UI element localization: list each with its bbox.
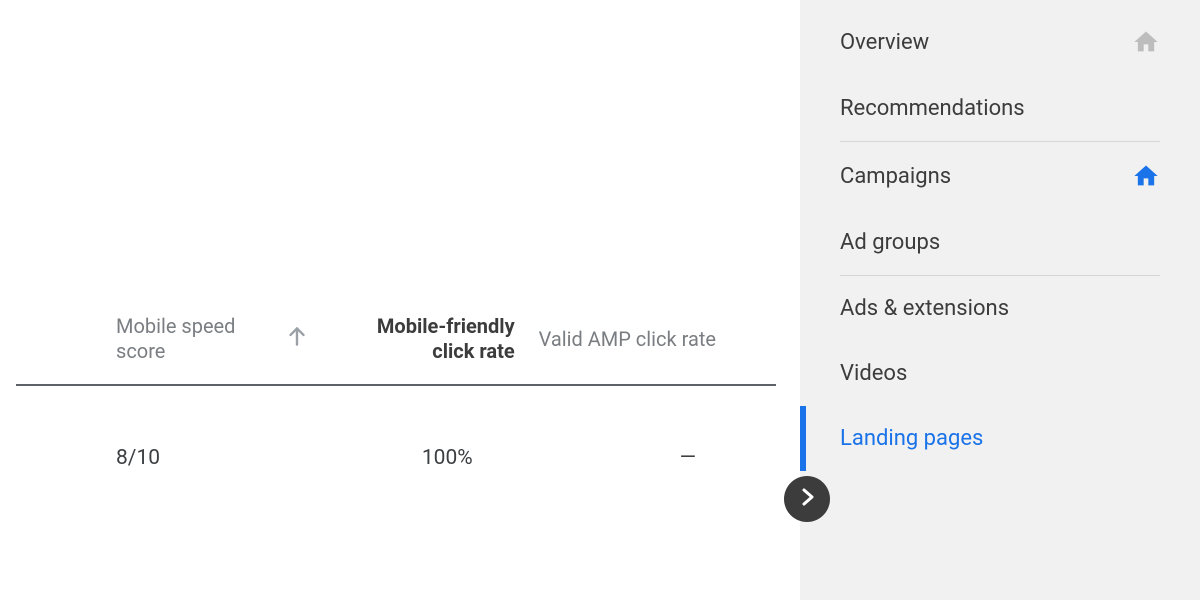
sidebar-item-label: Overview <box>840 30 1132 55</box>
sidebar-item-recommendations[interactable]: Recommendations <box>800 76 1200 141</box>
home-icon <box>1132 162 1160 190</box>
main-content: Mobile speed score Mobile-friendly click… <box>0 0 800 600</box>
sidebar-item-landing-pages[interactable]: Landing pages <box>800 406 1200 471</box>
sidebar-item-ad-groups[interactable]: Ad groups <box>800 210 1200 275</box>
cell-sort-spacer <box>269 385 324 500</box>
sidebar-item-campaigns[interactable]: Campaigns <box>800 142 1200 210</box>
home-icon <box>1132 28 1160 56</box>
sidebar-item-label: Ad groups <box>840 230 1160 255</box>
column-header-valid-amp-click-rate[interactable]: Valid AMP click rate <box>523 300 776 385</box>
navigation-sidebar: Overview Recommendations Campaigns Ad gr… <box>800 0 1200 600</box>
sidebar-item-label: Recommendations <box>840 96 1160 121</box>
sidebar-collapse-handle[interactable] <box>784 476 830 522</box>
sidebar-item-label: Ads & extensions <box>840 296 1160 321</box>
table-container: Mobile speed score Mobile-friendly click… <box>0 300 800 500</box>
sidebar-item-ads-extensions[interactable]: Ads & extensions <box>800 276 1200 341</box>
landing-pages-table: Mobile speed score Mobile-friendly click… <box>16 300 776 500</box>
column-header-mobile-friendly-click-rate[interactable]: Mobile-friendly click rate <box>324 300 522 385</box>
sort-ascending-icon <box>284 323 310 352</box>
column-header-mobile-speed-score[interactable]: Mobile speed score <box>16 300 269 385</box>
table-header-row: Mobile speed score Mobile-friendly click… <box>16 300 776 385</box>
sidebar-item-overview[interactable]: Overview <box>800 8 1200 76</box>
table-row[interactable]: 8/10 100% — <box>16 385 776 500</box>
cell-mobile-speed-score: 8/10 <box>16 385 269 500</box>
column-sort-indicator[interactable] <box>269 300 324 385</box>
cell-valid-amp-click-rate: — <box>523 385 776 500</box>
sidebar-item-label: Landing pages <box>840 426 1160 451</box>
cell-mobile-friendly-click-rate: 100% <box>324 385 522 500</box>
sidebar-item-videos[interactable]: Videos <box>800 341 1200 406</box>
sidebar-item-label: Campaigns <box>840 164 1132 189</box>
blank-area <box>0 0 800 300</box>
chevron-right-icon <box>795 485 819 513</box>
sidebar-item-label: Videos <box>840 361 1160 386</box>
